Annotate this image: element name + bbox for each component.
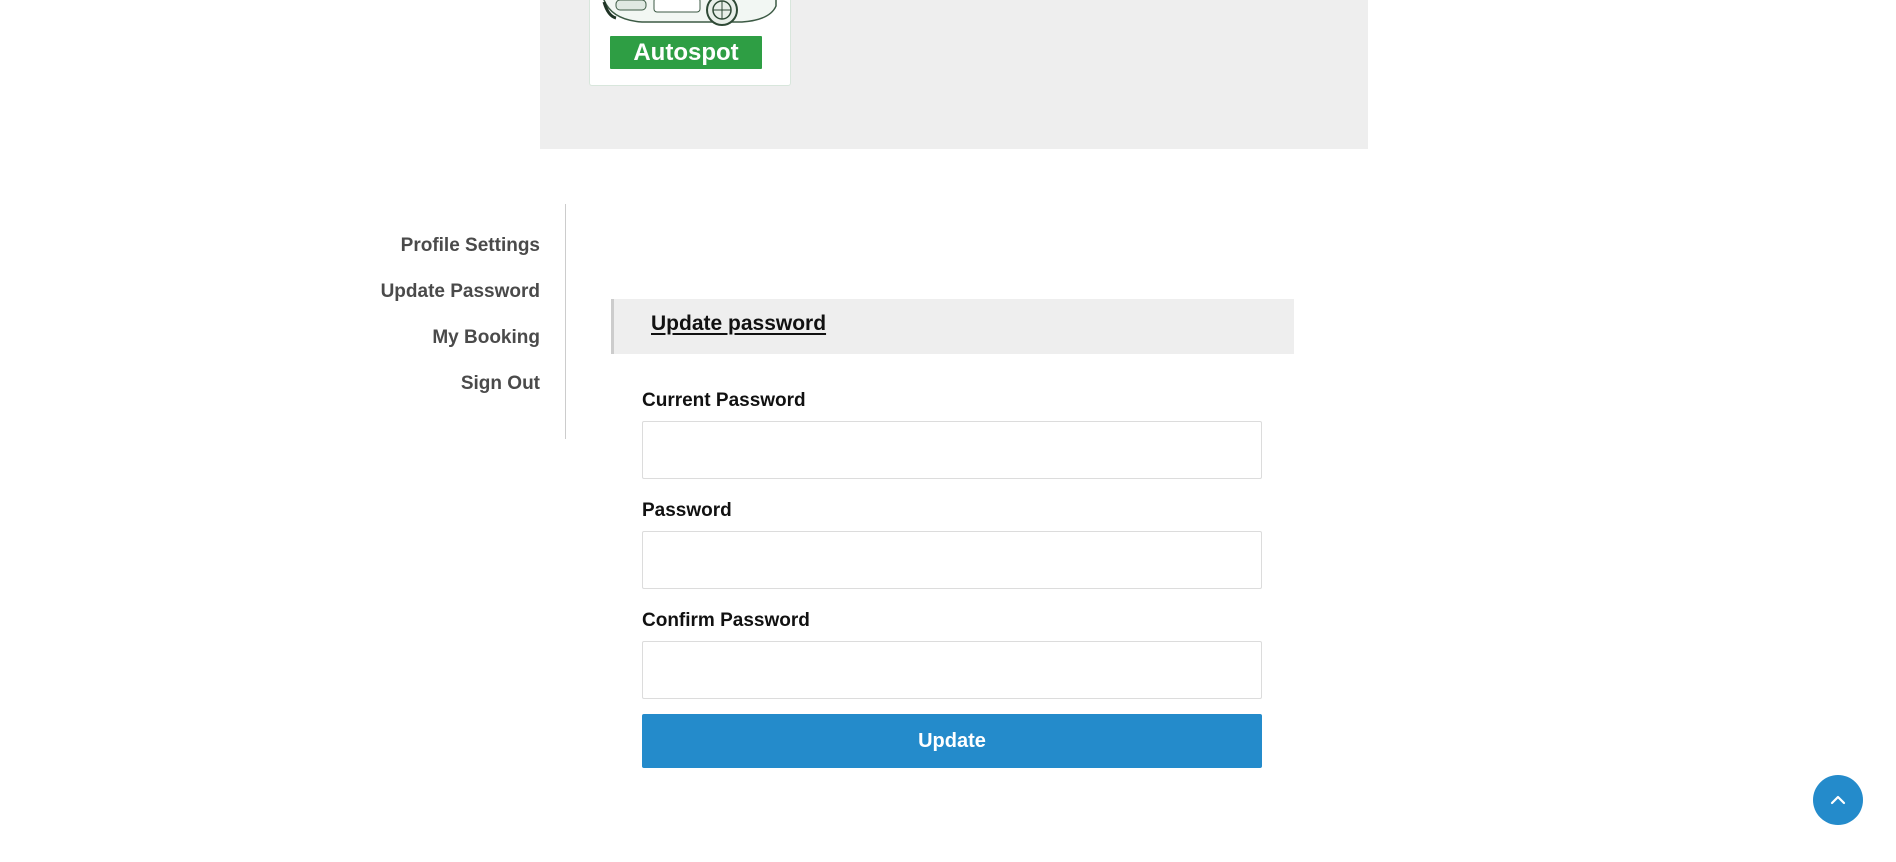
header-banner: Autospot bbox=[540, 0, 1368, 149]
update-button[interactable]: Update bbox=[642, 714, 1262, 768]
sidebar-item-update-password[interactable]: Update Password bbox=[340, 279, 540, 325]
confirm-password-label: Confirm Password bbox=[642, 610, 810, 631]
brand-name: Autospot bbox=[610, 36, 762, 69]
password-input[interactable] bbox=[642, 531, 1262, 589]
back-to-top-button[interactable] bbox=[1813, 775, 1863, 825]
current-password-input[interactable] bbox=[642, 421, 1262, 479]
sidebar-item-my-booking[interactable]: My Booking bbox=[340, 325, 540, 371]
chevron-up-icon bbox=[1830, 795, 1846, 805]
account-sidebar: Profile Settings Update Password My Book… bbox=[340, 204, 566, 439]
password-label: Password bbox=[642, 500, 732, 521]
current-password-label: Current Password bbox=[642, 390, 806, 411]
section-title: Update password bbox=[651, 312, 827, 335]
sidebar-item-sign-out[interactable]: Sign Out bbox=[340, 371, 540, 417]
section-header: Update password bbox=[611, 299, 1294, 354]
page: Autospot Profile Settings Update Passwor… bbox=[0, 0, 1896, 862]
sidebar-nav: Profile Settings Update Password My Book… bbox=[340, 204, 565, 417]
sidebar-item-profile-settings[interactable]: Profile Settings bbox=[340, 233, 540, 279]
site-logo[interactable]: Autospot bbox=[589, 0, 791, 86]
car-logo-icon bbox=[602, 0, 777, 26]
confirm-password-input[interactable] bbox=[642, 641, 1262, 699]
